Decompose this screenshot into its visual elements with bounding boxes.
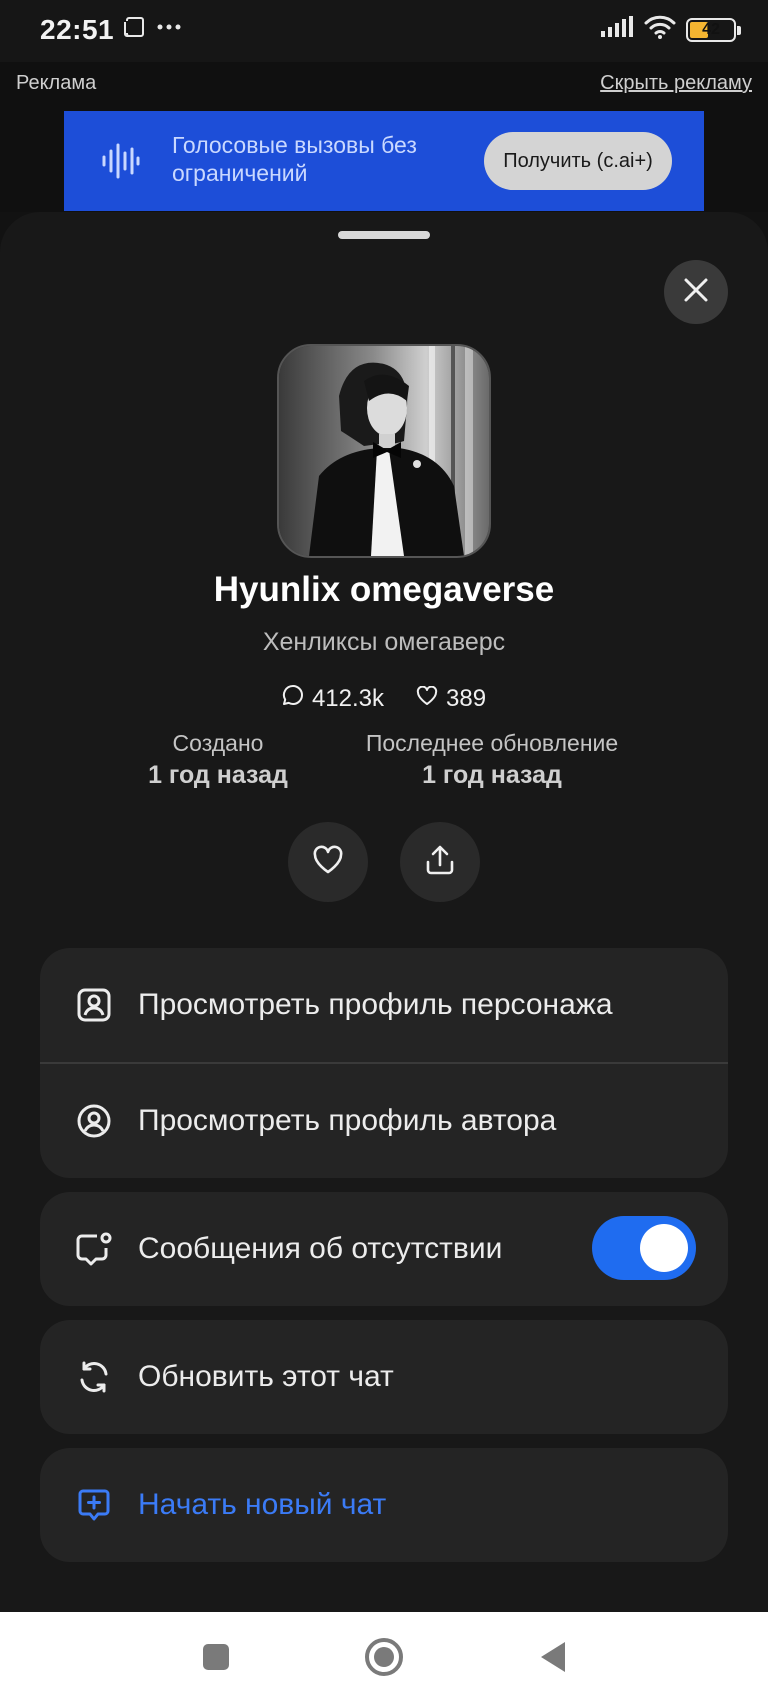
ad-banner[interactable]: Голосовые вызовы без ограничений Получит…: [64, 111, 704, 211]
updated-value: 1 год назад: [422, 761, 562, 789]
close-button[interactable]: [664, 260, 728, 324]
back-button[interactable]: [527, 1634, 577, 1684]
character-avatar: [277, 344, 491, 558]
away-messages-item: Сообщения об отсутствии: [40, 1192, 728, 1306]
status-bar: 22:51 42: [0, 0, 768, 62]
close-icon: [683, 277, 709, 308]
more-dots-icon: [156, 16, 182, 43]
away-messages-toggle[interactable]: [592, 1216, 696, 1280]
created-label: Создано: [172, 730, 264, 756]
view-character-profile-item[interactable]: Просмотреть профиль персонажа: [40, 948, 728, 1062]
character-tagline: Хенликсы омегаверс: [262, 628, 506, 656]
ad-area: Реклама Скрыть рекламу Голосовые вызовы …: [0, 62, 768, 212]
ad-cta-button[interactable]: Получить (c.ai+): [484, 132, 672, 190]
home-icon: [363, 1636, 405, 1683]
toggle-knob: [640, 1224, 688, 1272]
character-stats: 412.3k 389: [0, 684, 768, 713]
view-author-profile-label: Просмотреть профиль автора: [138, 1104, 557, 1137]
view-author-profile-item[interactable]: Просмотреть профиль автора: [40, 1064, 728, 1178]
ad-label: Реклама: [16, 72, 97, 94]
profile-card-icon: [74, 985, 114, 1025]
new-chat-item[interactable]: Начать новый чат: [40, 1448, 728, 1562]
recents-button[interactable]: [191, 1634, 241, 1684]
share-icon: [425, 844, 455, 881]
away-message-icon: [74, 1229, 114, 1269]
like-button[interactable]: [288, 822, 368, 902]
new-chat-icon: [74, 1485, 114, 1525]
created-meta: Создано 1 год назад: [118, 730, 318, 790]
hide-ad-link[interactable]: Скрыть рекламу: [600, 72, 752, 95]
ad-banner-text: Голосовые вызовы без ограничений: [172, 132, 417, 186]
updated-meta: Последнее обновление 1 год назад: [342, 730, 642, 790]
profiles-card: Просмотреть профиль персонажа Просмотрет…: [40, 948, 728, 1178]
status-right: 42: [600, 14, 741, 45]
refresh-chat-label: Обновить этот чат: [138, 1360, 394, 1393]
share-button[interactable]: [400, 822, 480, 902]
battery-icon: 42: [686, 17, 741, 42]
away-messages-label: Сообщения об отсутствии: [138, 1232, 503, 1265]
refresh-chat-card: Обновить этот чат: [40, 1320, 728, 1434]
heart-icon: [416, 685, 438, 713]
home-button[interactable]: [359, 1634, 409, 1684]
signal-icon: [600, 15, 634, 44]
battery-cap: [737, 25, 741, 35]
chat-bubble-icon: [282, 684, 304, 713]
created-value: 1 год назад: [148, 761, 288, 789]
user-circle-icon: [74, 1101, 114, 1141]
battery-level-text: 42: [702, 20, 720, 38]
status-notifications: [124, 16, 182, 43]
chats-count: 412.3k: [311, 684, 384, 712]
likes-stat: 389: [416, 684, 486, 713]
away-messages-card: Сообщения об отсутствии: [40, 1192, 728, 1306]
screen-icon: [124, 16, 146, 43]
likes-count: 389: [446, 684, 487, 712]
system-nav-bar: [0, 1612, 768, 1706]
recents-icon: [201, 1642, 231, 1677]
updated-label: Последнее обновление: [365, 730, 619, 756]
back-icon: [537, 1640, 567, 1679]
voice-wave-icon: [100, 141, 140, 186]
heart-icon: [312, 845, 344, 880]
status-time: 22:51: [40, 14, 115, 45]
new-chat-label: Начать новый чат: [138, 1488, 387, 1521]
view-character-profile-label: Просмотреть профиль персонажа: [138, 988, 613, 1021]
wifi-icon: [644, 14, 676, 45]
new-chat-card: Начать новый чат: [40, 1448, 728, 1562]
sheet-drag-handle[interactable]: [338, 231, 430, 239]
character-sheet: Hyunlix omegaverse Хенликсы омегаверс 41…: [0, 212, 768, 1612]
chats-stat: 412.3k: [282, 684, 384, 713]
refresh-chat-item[interactable]: Обновить этот чат: [40, 1320, 728, 1434]
refresh-icon: [74, 1357, 114, 1397]
character-name: Hyunlix omegaverse: [213, 570, 555, 609]
